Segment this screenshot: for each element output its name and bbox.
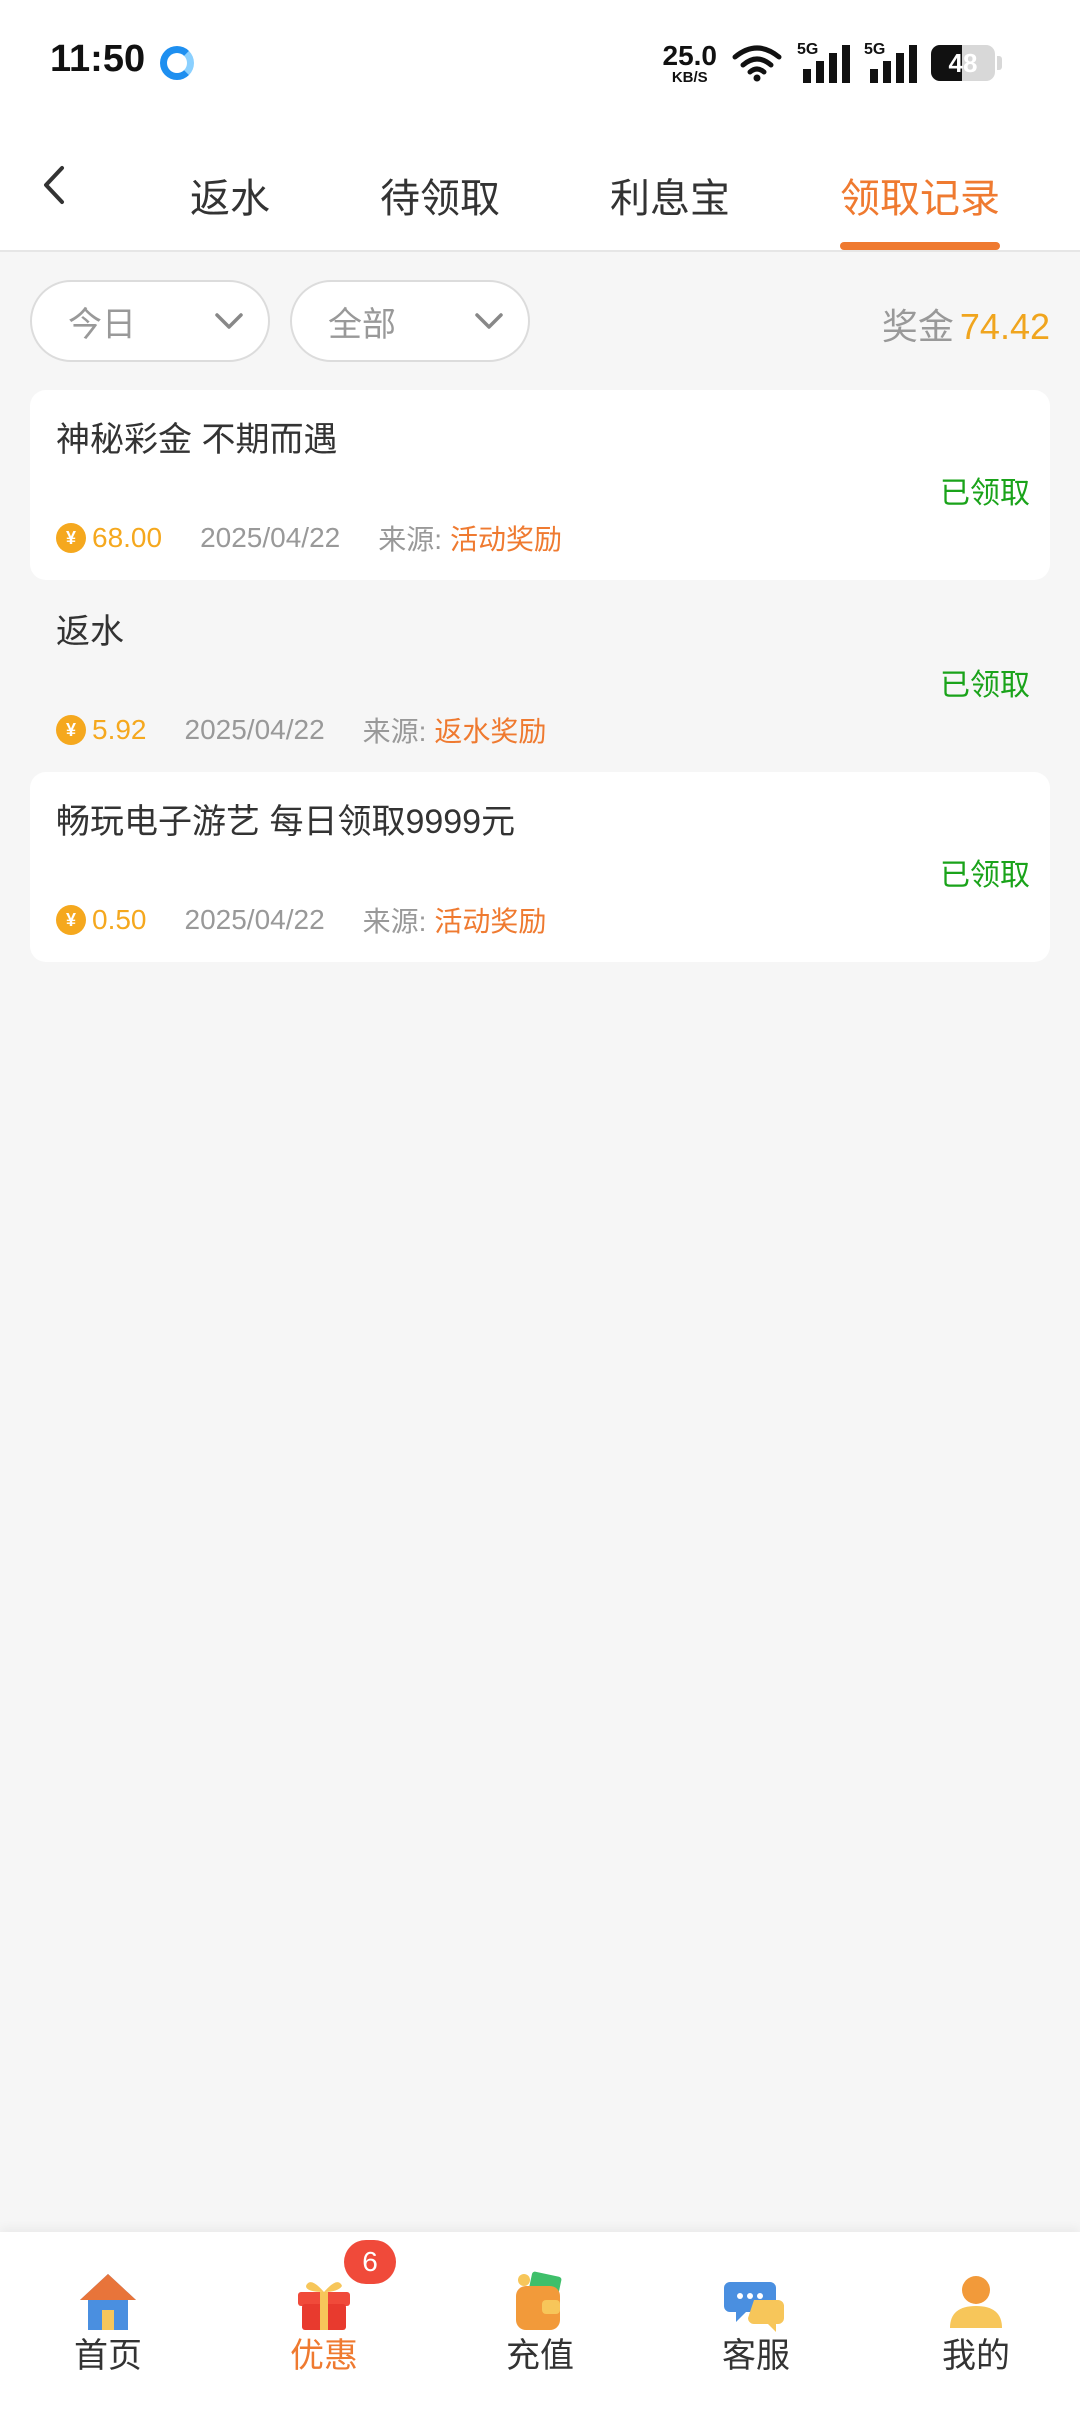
signal-tag: 5G: [864, 41, 886, 58]
wallet-icon: [516, 2271, 562, 2330]
record-date: 2025/04/22: [184, 904, 325, 935]
record-source-label: 来源:: [362, 906, 427, 937]
record-title: 神秘彩金 不期而遇: [56, 421, 338, 459]
record-date: 2025/04/22: [200, 522, 341, 553]
bonus-amount: 74.42: [959, 306, 1050, 347]
tab-interest[interactable]: 利息宝: [610, 166, 730, 224]
record-card: 返水 已领取 ¥ 5.92 2025/04/22 来源: 返水奖励: [30, 582, 1050, 772]
record-card: 神秘彩金 不期而遇 已领取 ¥ 68.00 2025/04/22 来源: 活动奖…: [30, 390, 1050, 580]
date-filter-value: 今日: [68, 305, 136, 344]
signal-bar: [803, 69, 811, 83]
wifi-icon: [732, 45, 782, 82]
chevron-down-icon: [215, 313, 243, 329]
chat-bubble-icon: [724, 2282, 784, 2332]
house-icon: [80, 2274, 136, 2330]
signal-bar: [842, 45, 850, 83]
coin-icon: ¥: [56, 523, 86, 553]
chevron-down-icon: [475, 313, 503, 329]
nav-promotions-label: 优惠: [290, 2337, 358, 2375]
record-date: 2025/04/22: [184, 714, 325, 745]
nav-promotions[interactable]: 优惠: [254, 2270, 394, 2410]
nav-profile[interactable]: 我的: [906, 2270, 1046, 2410]
bonus-total: 奖金 74.42: [882, 298, 1050, 350]
nav-recharge-label: 充值: [506, 2337, 574, 2375]
back-arrow-icon[interactable]: [34, 160, 74, 210]
record-amount: 5.92: [92, 714, 147, 745]
nav-home[interactable]: 首页: [38, 2270, 178, 2410]
signal-bar: [816, 61, 824, 83]
signal-bar: [909, 45, 917, 83]
user-icon: [950, 2276, 1002, 2328]
tab-claim-history[interactable]: 领取记录: [840, 166, 1000, 224]
battery-nub: [997, 56, 1002, 70]
app-notification-icon: [160, 46, 194, 80]
status-bar: 11:50 25.0 KB/S 5G 5G 48: [0, 0, 1080, 130]
record-source-label: 来源:: [362, 716, 427, 747]
nav-home-label: 首页: [74, 2337, 142, 2375]
nav-profile-label: 我的: [942, 2337, 1010, 2375]
record-status: 已领取: [940, 477, 1030, 510]
tab-rebate[interactable]: 返水: [190, 166, 270, 224]
active-tab-indicator: [840, 242, 1000, 250]
record-title: 返水: [56, 613, 124, 651]
record-source: 活动奖励: [450, 524, 563, 555]
type-filter-dropdown[interactable]: 全部: [290, 280, 530, 362]
bonus-label: 奖金: [881, 306, 954, 347]
record-meta: ¥ 0.50 2025/04/22 来源: 活动奖励: [56, 900, 546, 940]
date-filter-dropdown[interactable]: 今日: [30, 280, 270, 362]
record-meta: ¥ 5.92 2025/04/22 来源: 返水奖励: [56, 710, 546, 750]
record-card: 畅玩电子游艺 每日领取9999元 已领取 ¥ 0.50 2025/04/22 来…: [30, 772, 1050, 962]
network-speed: 25.0 KB/S: [662, 39, 718, 86]
coin-icon: ¥: [56, 715, 86, 745]
gift-icon: [298, 2282, 350, 2330]
record-source: 活动奖励: [434, 906, 547, 937]
coin-icon: ¥: [56, 905, 86, 935]
battery-icon: 48: [931, 45, 995, 81]
record-source-label: 来源:: [378, 524, 442, 555]
record-title: 畅玩电子游艺 每日领取9999元: [56, 803, 516, 841]
network-speed-unit: KB/S: [671, 68, 708, 86]
signal-5g-1-icon: 5G: [797, 41, 850, 83]
bottom-nav: 首页 优惠 充值 客服 我的: [0, 2232, 1080, 2414]
record-source: 返水奖励: [434, 716, 547, 747]
signal-bar: [870, 69, 878, 83]
record-amount: 0.50: [92, 904, 147, 935]
promotions-badge: 6: [344, 2240, 396, 2284]
battery-level: 48: [948, 47, 978, 78]
network-speed-value: 25.0: [662, 39, 718, 71]
record-status: 已领取: [940, 669, 1030, 702]
signal-bar: [829, 53, 837, 83]
signal-bar: [883, 61, 891, 83]
status-time: 11:50: [50, 38, 146, 80]
signal-5g-2-icon: 5G: [864, 41, 917, 83]
nav-support[interactable]: 客服: [686, 2270, 826, 2410]
signal-tag: 5G: [797, 41, 819, 58]
signal-bar: [896, 53, 904, 83]
top-tab-bar: 返水 待领取 利息宝 领取记录: [0, 130, 1080, 252]
tab-pending[interactable]: 待领取: [380, 166, 500, 224]
nav-support-label: 客服: [722, 2337, 790, 2375]
record-status: 已领取: [940, 859, 1030, 892]
record-meta: ¥ 68.00 2025/04/22 来源: 活动奖励: [56, 518, 562, 558]
type-filter-value: 全部: [328, 305, 396, 344]
nav-recharge[interactable]: 充值: [470, 2270, 610, 2410]
status-indicators: 25.0 KB/S 5G 5G 48: [662, 39, 1002, 86]
record-amount: 68.00: [92, 522, 163, 553]
